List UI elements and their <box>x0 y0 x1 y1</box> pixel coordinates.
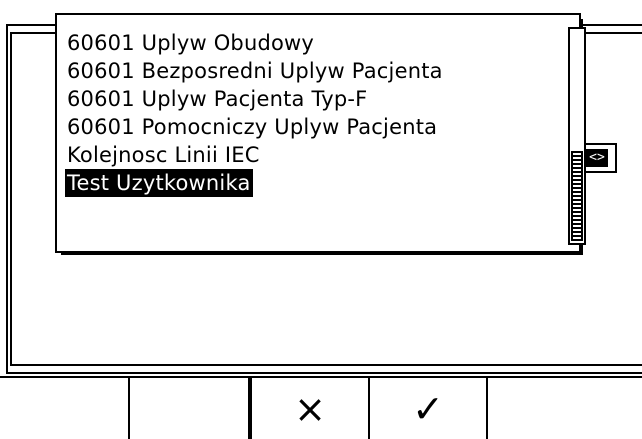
check-icon: ✓ <box>412 386 444 431</box>
softkey-1[interactable] <box>0 378 130 439</box>
test-list: 60601 Uplyw Obudowy 60601 Bezposredni Up… <box>65 29 445 197</box>
scroll-arrows-icon: <> <box>586 149 608 167</box>
cross-icon: × <box>294 386 326 431</box>
softkey-bar: × ✓ <box>0 376 642 439</box>
confirm-button[interactable]: ✓ <box>368 376 488 439</box>
list-scrollbar[interactable] <box>568 27 586 245</box>
scrollbar-thumb[interactable] <box>571 151 583 241</box>
side-scroll-indicator[interactable]: <> <box>583 143 617 173</box>
list-item-selected[interactable]: Test Uzytkownika <box>65 169 253 197</box>
softkey-5[interactable] <box>488 378 642 439</box>
softkey-2[interactable] <box>130 378 250 439</box>
list-item[interactable]: 60601 Pomocniczy Uplyw Pacjenta <box>65 115 439 139</box>
list-item[interactable]: 60601 Uplyw Obudowy <box>65 31 316 55</box>
device-screen: <> 60601 Uplyw Obudowy 60601 Bezposredni… <box>0 0 642 439</box>
cancel-button[interactable]: × <box>250 376 370 439</box>
list-item[interactable]: 60601 Bezposredni Uplyw Pacjenta <box>65 59 445 83</box>
list-item[interactable]: 60601 Uplyw Pacjenta Typ-F <box>65 87 369 111</box>
list-item[interactable]: Kolejnosc Linii IEC <box>65 143 262 167</box>
test-selection-popup: 60601 Uplyw Obudowy 60601 Bezposredni Up… <box>55 13 586 253</box>
